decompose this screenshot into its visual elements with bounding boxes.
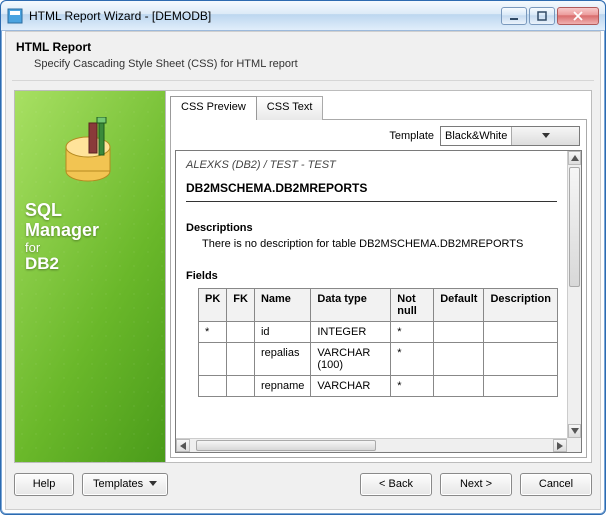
cell-pk: *: [199, 322, 227, 343]
titlebar: HTML Report Wizard - [DEMODB]: [1, 1, 605, 31]
template-label: Template: [389, 130, 434, 142]
cell-name: repname: [254, 376, 310, 397]
col-name: Name: [254, 289, 310, 322]
object-name: DB2MSCHEMA.DB2MREPORTS: [186, 181, 557, 202]
col-desc: Description: [484, 289, 558, 322]
cell-name: id: [254, 322, 310, 343]
fields-table: PK FK Name Data type Not null Default De…: [198, 288, 558, 397]
close-button[interactable]: [557, 7, 599, 25]
tab-css-preview[interactable]: CSS Preview: [170, 96, 257, 120]
maximize-button[interactable]: [529, 7, 555, 25]
scroll-corner: [567, 438, 581, 452]
cell-notnull: *: [391, 343, 434, 376]
template-value: Black&White: [441, 130, 511, 142]
col-dtype: Data type: [311, 289, 391, 322]
back-button[interactable]: < Back: [360, 473, 432, 496]
template-select[interactable]: Black&White: [440, 126, 580, 146]
cell-desc: [484, 343, 558, 376]
wizard-header: HTML Report Specify Cascading Style Shee…: [6, 32, 600, 74]
table-row: repnameVARCHAR*: [199, 376, 558, 397]
cancel-button[interactable]: Cancel: [520, 473, 592, 496]
window-title: HTML Report Wizard - [DEMODB]: [29, 9, 501, 23]
col-notnull: Not null: [391, 289, 434, 322]
table-row: repaliasVARCHAR (100)*: [199, 343, 558, 376]
tab-panel: Template Black&White ALEXKS (DB2) / TEST…: [170, 119, 587, 458]
cell-default: [434, 343, 484, 376]
divider: [12, 80, 594, 81]
product-icon: [59, 117, 117, 190]
cell-default: [434, 376, 484, 397]
descriptions-heading: Descriptions: [186, 222, 557, 234]
vertical-scrollbar[interactable]: [567, 151, 581, 438]
page-title: HTML Report: [16, 40, 590, 54]
cell-fk: [227, 343, 255, 376]
scroll-thumb[interactable]: [196, 440, 376, 451]
scroll-down-icon[interactable]: [568, 424, 581, 438]
cell-notnull: *: [391, 322, 434, 343]
cell-dtype: VARCHAR (100): [311, 343, 391, 376]
scroll-thumb[interactable]: [569, 167, 580, 287]
cell-fk: [227, 322, 255, 343]
tab-css-text[interactable]: CSS Text: [256, 96, 324, 120]
col-default: Default: [434, 289, 484, 322]
chevron-down-icon: [511, 127, 579, 145]
wizard-window: HTML Report Wizard - [DEMODB] HTML Repor…: [0, 0, 606, 515]
scroll-right-icon[interactable]: [553, 439, 567, 452]
help-button[interactable]: Help: [14, 473, 74, 496]
cell-dtype: INTEGER: [311, 322, 391, 343]
cell-desc: [484, 376, 558, 397]
chevron-down-icon: [149, 478, 157, 490]
minimize-button[interactable]: [501, 7, 527, 25]
preview-pane: ALEXKS (DB2) / TEST - TEST DB2MSCHEMA.DB…: [175, 150, 582, 453]
cell-name: repalias: [254, 343, 310, 376]
product-name: SQL Manager for DB2: [25, 201, 99, 274]
page-subtitle: Specify Cascading Style Sheet (CSS) for …: [34, 58, 590, 70]
horizontal-scrollbar[interactable]: [176, 438, 567, 452]
cell-fk: [227, 376, 255, 397]
tab-bar: CSS Preview CSS Text: [170, 95, 587, 119]
next-button[interactable]: Next >: [440, 473, 512, 496]
client-area: HTML Report Specify Cascading Style Shee…: [5, 31, 601, 510]
cell-default: [434, 322, 484, 343]
cell-notnull: *: [391, 376, 434, 397]
cell-desc: [484, 322, 558, 343]
table-row: *idINTEGER*: [199, 322, 558, 343]
breadcrumb: ALEXKS (DB2) / TEST - TEST: [186, 159, 557, 171]
wizard-sidebar: SQL Manager for DB2: [14, 90, 166, 463]
cell-pk: [199, 343, 227, 376]
col-fk: FK: [227, 289, 255, 322]
cell-pk: [199, 376, 227, 397]
footer: Help Templates < Back Next > Cancel: [14, 469, 592, 499]
cell-dtype: VARCHAR: [311, 376, 391, 397]
scroll-left-icon[interactable]: [176, 439, 190, 452]
preview-content: ALEXKS (DB2) / TEST - TEST DB2MSCHEMA.DB…: [176, 151, 567, 438]
main-panel: CSS Preview CSS Text Template Black&Whit…: [166, 90, 592, 463]
fields-heading: Fields: [186, 270, 557, 282]
app-icon: [7, 8, 23, 24]
descriptions-text: There is no description for table DB2MSC…: [202, 238, 557, 250]
col-pk: PK: [199, 289, 227, 322]
scroll-up-icon[interactable]: [568, 151, 581, 165]
templates-button[interactable]: Templates: [82, 473, 168, 496]
